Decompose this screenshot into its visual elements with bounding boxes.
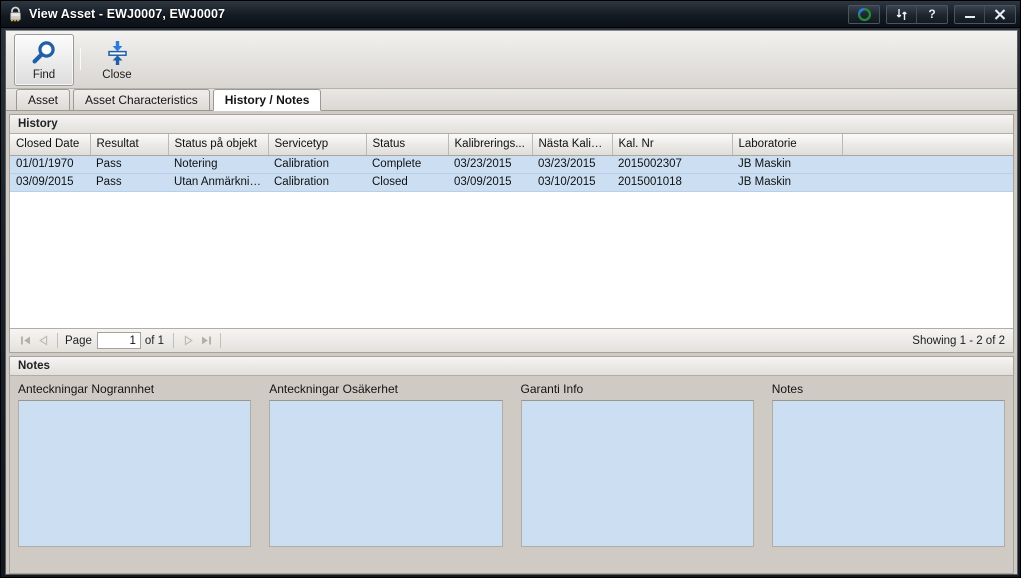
notes-section: Notes Anteckningar Nogrannhet Anteckning… — [9, 356, 1014, 574]
cell-status: Closed — [366, 173, 448, 192]
grid-empty-area — [10, 191, 1013, 328]
pager-divider — [57, 333, 58, 348]
window-title: View Asset - EWJ0007, EWJ0007 — [29, 7, 226, 21]
notes-body: Anteckningar Nogrannhet Anteckningar Osä… — [10, 376, 1013, 557]
cell-blank — [842, 173, 1013, 192]
tab-history-notes[interactable]: History / Notes — [212, 89, 322, 111]
note-field-garanti-info: Garanti Info — [520, 382, 754, 547]
collapse-icon — [104, 40, 131, 66]
sync-button[interactable] — [887, 5, 917, 23]
pager-divider-2 — [173, 333, 175, 348]
cell-nasta-kalibr: 03/23/2015 — [532, 155, 612, 174]
toolbar-separator — [80, 48, 81, 70]
application-window: View Asset - EWJ0007, EWJ0007 ? Find Clo… — [0, 0, 1021, 578]
column-header-closed-date[interactable]: Closed Date — [10, 134, 91, 156]
minimize-button[interactable] — [955, 5, 985, 23]
page-total-label: of 1 — [144, 334, 165, 347]
title-history-group — [848, 4, 880, 24]
column-header-servicetyp[interactable]: Servicetyp — [268, 134, 367, 156]
notes-footer — [10, 557, 1013, 573]
find-button[interactable]: Find — [14, 34, 74, 86]
cell-status-pa-objekt: Notering — [168, 155, 268, 174]
cell-resultat: Pass — [90, 155, 168, 174]
find-button-label: Find — [32, 69, 56, 81]
panel-body: History Closed Date Resultat Status på o… — [6, 111, 1017, 574]
history-grid: Closed Date Resultat Status på objekt Se… — [10, 134, 1013, 328]
column-header-kal-nr[interactable]: Kal. Nr — [612, 134, 733, 156]
column-header-filler — [842, 134, 1013, 156]
history-section-header: History — [10, 115, 1013, 134]
tab-asset-characteristics-label: Asset Characteristics — [85, 93, 198, 107]
cell-kalibrerings: 03/09/2015 — [448, 173, 532, 192]
next-page-button[interactable] — [179, 332, 197, 350]
tab-asset-label: Asset — [28, 93, 59, 107]
cell-kalibrerings: 03/23/2015 — [448, 155, 532, 174]
note-label-anteckningar-nogrannhet: Anteckningar Nogrannhet — [18, 382, 155, 396]
note-field-anteckningar-nogrannhet: Anteckningar Nogrannhet — [18, 382, 252, 547]
notes-section-header: Notes — [10, 357, 1013, 376]
column-header-resultat[interactable]: Resultat — [90, 134, 169, 156]
pagination-bar: Page of 1 — [10, 328, 1013, 352]
first-page-button[interactable] — [16, 332, 34, 350]
table-row[interactable]: 01/01/1970 Pass Notering Calibration Com… — [10, 155, 1013, 174]
cell-laboratorie: JB Maskin — [732, 173, 842, 192]
column-header-laboratorie[interactable]: Laboratorie — [732, 134, 843, 156]
history-button[interactable] — [849, 5, 879, 23]
cell-closed-date: 01/01/1970 — [10, 155, 90, 174]
cell-resultat: Pass — [90, 173, 168, 192]
cell-status: Complete — [366, 155, 448, 174]
cell-nasta-kalibr: 03/10/2015 — [532, 173, 612, 192]
note-label-notes: Notes — [771, 382, 804, 396]
last-page-button[interactable] — [197, 332, 215, 350]
history-header-row: Closed Date Resultat Status på objekt Se… — [10, 134, 1013, 156]
table-row[interactable]: 03/09/2015 Pass Utan Anmärkning Calibrat… — [10, 173, 1013, 192]
title-tools-group: ? — [886, 4, 948, 24]
history-table: Closed Date Resultat Status på objekt Se… — [10, 134, 1013, 192]
cell-kal-nr: 2015001018 — [612, 173, 732, 192]
note-input-garanti-info[interactable] — [520, 400, 754, 547]
tab-asset[interactable]: Asset — [16, 89, 71, 110]
cell-blank — [842, 155, 1013, 174]
toolbar: Find Close — [6, 31, 1017, 89]
column-header-kalibrerings[interactable]: Kalibrerings... — [448, 134, 533, 156]
lock-icon — [8, 6, 23, 22]
tab-asset-characteristics[interactable]: Asset Characteristics — [73, 89, 210, 110]
note-field-notes: Notes — [771, 382, 1005, 547]
search-icon — [31, 40, 58, 66]
note-field-anteckningar-osakerhet: Anteckningar Osäkerhet — [269, 382, 503, 547]
title-window-group — [954, 4, 1016, 24]
history-section: History Closed Date Resultat Status på o… — [9, 114, 1014, 353]
note-input-notes[interactable] — [771, 400, 1005, 547]
column-header-status-pa-objekt[interactable]: Status på objekt — [168, 134, 269, 156]
note-label-anteckningar-osakerhet: Anteckningar Osäkerhet — [269, 382, 398, 396]
column-header-nasta-kalibr[interactable]: Nästa Kalibr... — [532, 134, 613, 156]
note-label-garanti-info: Garanti Info — [520, 382, 584, 396]
close-asset-button[interactable]: Close — [87, 34, 147, 86]
tab-strip: Asset Asset Characteristics History / No… — [6, 89, 1017, 111]
cell-servicetyp: Calibration — [268, 173, 366, 192]
cell-status-pa-objekt: Utan Anmärkning — [168, 173, 268, 192]
cell-kal-nr: 2015002307 — [612, 155, 732, 174]
page-number-input[interactable] — [96, 332, 141, 349]
showing-count-label: Showing 1 - 2 of 2 — [912, 334, 1005, 347]
tab-history-notes-label: History / Notes — [224, 93, 310, 107]
page-label: Page — [65, 334, 92, 347]
cell-servicetyp: Calibration — [268, 155, 366, 174]
pager-divider-3 — [220, 333, 222, 348]
prev-page-button[interactable] — [34, 332, 52, 350]
cell-closed-date: 03/09/2015 — [10, 173, 90, 192]
title-bar: View Asset - EWJ0007, EWJ0007 ? — [1, 1, 1020, 28]
close-button[interactable] — [985, 5, 1015, 23]
help-button[interactable]: ? — [917, 5, 947, 23]
client-area: Find Close Asset Asset Characteristics H… — [5, 30, 1018, 575]
note-input-anteckningar-osakerhet[interactable] — [269, 400, 503, 547]
note-input-anteckningar-nogrannhet[interactable] — [18, 400, 252, 547]
close-asset-button-label: Close — [102, 69, 132, 81]
column-header-status[interactable]: Status — [366, 134, 449, 156]
cell-laboratorie: JB Maskin — [732, 155, 842, 174]
